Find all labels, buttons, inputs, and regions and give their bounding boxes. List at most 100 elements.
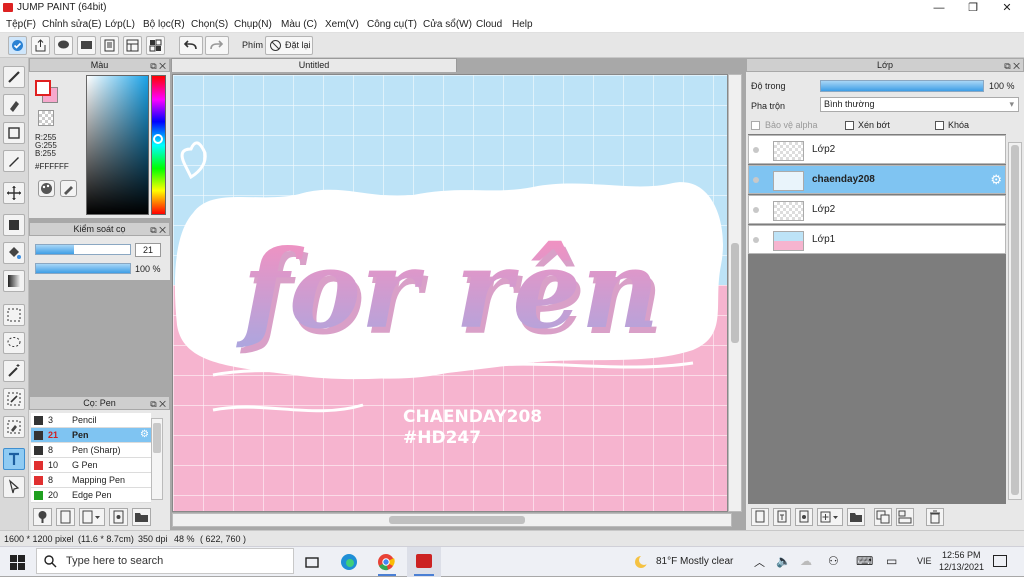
chrome-icon[interactable]: [377, 553, 395, 571]
layer-visibility-icon[interactable]: [753, 177, 759, 183]
move-tool[interactable]: [3, 182, 25, 204]
gear-icon[interactable]: ⚙: [990, 172, 1002, 188]
panel-close-icon[interactable]: ⧉ ✕: [150, 398, 166, 411]
maximize-button[interactable]: ❐: [956, 0, 990, 16]
menu-capture[interactable]: Chụp(N): [234, 19, 272, 30]
merge-layer-button[interactable]: [896, 508, 914, 526]
layer-row[interactable]: Lớp2: [748, 135, 1006, 164]
clock-time[interactable]: 12:56 PM: [942, 550, 981, 560]
palette-button[interactable]: [38, 180, 55, 197]
artwork-canvas[interactable]: for rên for rên CHAENDAY208 #HD247: [172, 74, 728, 512]
operation-tool[interactable]: [3, 476, 25, 498]
brush-item[interactable]: 10 G Pen: [31, 458, 151, 473]
add-layer-dropdown[interactable]: [817, 508, 843, 526]
blend-mode-select[interactable]: Bình thường ▾: [820, 97, 1019, 112]
layer-scrollbar-thumb[interactable]: [1011, 145, 1019, 495]
document-tab[interactable]: Untitled: [171, 58, 457, 72]
scrollbar-thumb[interactable]: [153, 423, 161, 453]
display-icon[interactable]: ▭: [886, 554, 897, 568]
brush-size-input[interactable]: 21: [135, 243, 161, 257]
new-layer-button[interactable]: [751, 508, 769, 526]
menu-layer[interactable]: Lớp(L): [105, 19, 135, 30]
layer-visibility-icon[interactable]: [753, 207, 759, 213]
select-pen-tool[interactable]: [3, 388, 25, 410]
close-button[interactable]: ✕: [990, 0, 1024, 16]
panel-close-icon[interactable]: ⧉ ✕: [1004, 60, 1020, 73]
line-tool[interactable]: [3, 150, 25, 172]
fill-rect-tool[interactable]: [3, 214, 25, 236]
canvas-horizontal-scrollbar[interactable]: [172, 513, 732, 527]
new-text-layer-button[interactable]: [773, 508, 791, 526]
bucket-tool[interactable]: [3, 242, 25, 264]
brush-settings-button[interactable]: [109, 508, 128, 526]
layer-visibility-icon[interactable]: [753, 237, 759, 243]
keyboard-icon[interactable]: ⌨: [856, 554, 873, 568]
layer-row[interactable]: Lớp1: [748, 225, 1006, 254]
taskbar-search-box[interactable]: Type here to search: [36, 548, 294, 574]
magic-wand-tool[interactable]: [3, 360, 25, 382]
weather-text[interactable]: 81°F Mostly clear: [656, 556, 733, 567]
layer-list-scrollbar[interactable]: [1008, 142, 1022, 500]
brush-folder-button[interactable]: [132, 508, 151, 526]
clock-date[interactable]: 12/13/2021: [939, 562, 984, 572]
reset-button[interactable]: Đặt lại: [265, 36, 313, 55]
edge-browser-icon[interactable]: [340, 553, 358, 571]
layer-row[interactable]: chaenday208 ⚙: [748, 165, 1006, 194]
transparent-color-swatch[interactable]: [38, 110, 54, 126]
select-eraser-tool[interactable]: [3, 416, 25, 438]
export-button[interactable]: [31, 36, 50, 55]
notification-icon[interactable]: [993, 555, 1007, 567]
menu-help[interactable]: Help: [512, 19, 533, 30]
grid-button[interactable]: [146, 36, 165, 55]
menu-file[interactable]: Tệp(F): [6, 19, 36, 30]
eraser-tool[interactable]: [3, 94, 25, 116]
foreground-color-swatch[interactable]: [35, 80, 51, 96]
hue-handle[interactable]: [153, 134, 163, 144]
undo-button[interactable]: [179, 36, 203, 55]
saturation-value-picker[interactable]: [86, 75, 149, 215]
layer-folder-button[interactable]: [847, 508, 865, 526]
brush-opacity-slider[interactable]: [35, 263, 131, 274]
menu-view[interactable]: Xem(V): [325, 19, 359, 30]
task-view-icon[interactable]: [304, 555, 320, 570]
minimize-button[interactable]: —: [922, 0, 956, 16]
gradient-tool[interactable]: [3, 270, 25, 292]
layer-row[interactable]: Lớp2: [748, 195, 1006, 224]
eyedropper-button[interactable]: [60, 180, 77, 197]
brush-list-scrollbar[interactable]: [151, 418, 163, 500]
text-tool[interactable]: [3, 448, 25, 470]
lock-checkbox[interactable]: [935, 121, 944, 130]
pen-tool[interactable]: [3, 66, 25, 88]
menu-tools[interactable]: Công cụ(T): [367, 19, 417, 30]
menu-window[interactable]: Cửa sổ(W): [423, 19, 472, 30]
hue-slider[interactable]: [151, 75, 166, 215]
brush-size-slider[interactable]: [35, 244, 131, 255]
new-brush-button[interactable]: [56, 508, 75, 526]
menu-edit[interactable]: Chỉnh sửa(E): [42, 19, 102, 30]
menu-color[interactable]: Màu (C): [281, 19, 317, 30]
menu-cloud[interactable]: Cloud: [476, 19, 502, 30]
windows-start-icon[interactable]: [10, 555, 25, 570]
lasso-tool[interactable]: [3, 332, 25, 354]
canvas-vertical-scrollbar[interactable]: [728, 74, 742, 512]
rect-tool[interactable]: [3, 122, 25, 144]
layout-button[interactable]: [123, 36, 142, 55]
language-indicator[interactable]: VIE: [917, 556, 932, 566]
panel-close-icon[interactable]: ⧉ ✕: [150, 60, 166, 73]
menu-select[interactable]: Chọn(S): [191, 19, 228, 30]
comment-button[interactable]: [54, 36, 73, 55]
redo-button[interactable]: [205, 36, 229, 55]
chevron-up-icon[interactable]: ︿: [754, 554, 765, 570]
cloud-icon[interactable]: ☁: [800, 554, 812, 568]
select-tool[interactable]: [3, 304, 25, 326]
brush-item[interactable]: 20 Edge Pen: [31, 488, 151, 503]
duplicate-layer-button[interactable]: [874, 508, 892, 526]
menu-filter[interactable]: Bộ lọc(R): [143, 19, 185, 30]
halftone-layer-button[interactable]: [795, 508, 813, 526]
jump-paint-taskbar-button[interactable]: [407, 547, 441, 577]
protect-alpha-checkbox[interactable]: [751, 121, 760, 130]
layer-opacity-slider[interactable]: [820, 80, 984, 92]
vertical-scrollbar-thumb[interactable]: [731, 243, 739, 343]
check-button[interactable]: [8, 36, 27, 55]
clipping-checkbox[interactable]: [845, 121, 854, 130]
